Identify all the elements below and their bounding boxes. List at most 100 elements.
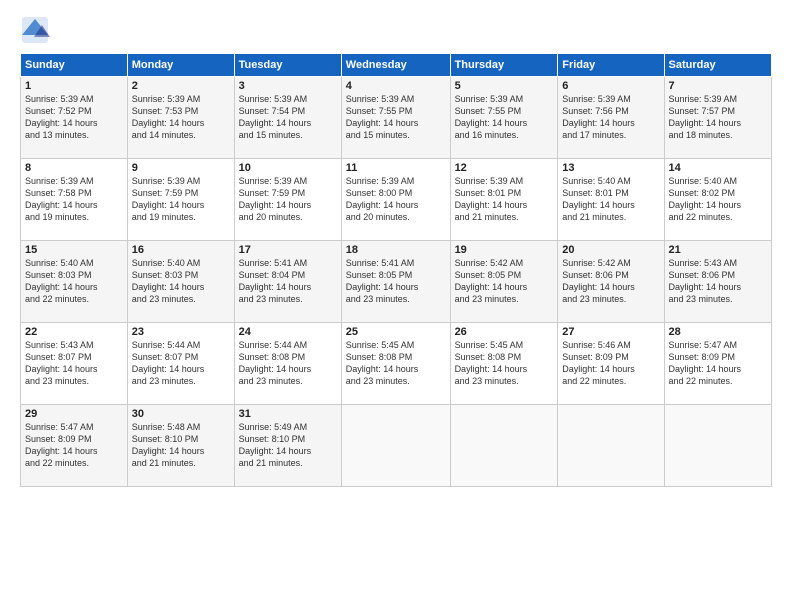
day-cell bbox=[450, 405, 558, 487]
day-cell: 8Sunrise: 5:39 AM Sunset: 7:58 PM Daylig… bbox=[21, 159, 128, 241]
day-info: Sunrise: 5:39 AM Sunset: 7:56 PM Dayligh… bbox=[562, 93, 659, 142]
day-info: Sunrise: 5:43 AM Sunset: 8:07 PM Dayligh… bbox=[25, 339, 123, 388]
day-cell: 5Sunrise: 5:39 AM Sunset: 7:55 PM Daylig… bbox=[450, 77, 558, 159]
day-cell bbox=[664, 405, 771, 487]
day-number: 10 bbox=[239, 162, 337, 174]
day-number: 28 bbox=[669, 326, 767, 338]
calendar-page: SundayMondayTuesdayWednesdayThursdayFrid… bbox=[0, 0, 792, 612]
day-info: Sunrise: 5:39 AM Sunset: 7:55 PM Dayligh… bbox=[346, 93, 446, 142]
day-info: Sunrise: 5:40 AM Sunset: 8:03 PM Dayligh… bbox=[25, 257, 123, 306]
day-info: Sunrise: 5:47 AM Sunset: 8:09 PM Dayligh… bbox=[669, 339, 767, 388]
day-cell: 2Sunrise: 5:39 AM Sunset: 7:53 PM Daylig… bbox=[127, 77, 234, 159]
day-number: 1 bbox=[25, 80, 123, 92]
day-cell: 9Sunrise: 5:39 AM Sunset: 7:59 PM Daylig… bbox=[127, 159, 234, 241]
day-number: 11 bbox=[346, 162, 446, 174]
day-number: 29 bbox=[25, 408, 123, 420]
header-day-thursday: Thursday bbox=[450, 54, 558, 77]
day-info: Sunrise: 5:39 AM Sunset: 7:57 PM Dayligh… bbox=[669, 93, 767, 142]
day-cell: 30Sunrise: 5:48 AM Sunset: 8:10 PM Dayli… bbox=[127, 405, 234, 487]
day-info: Sunrise: 5:39 AM Sunset: 7:58 PM Dayligh… bbox=[25, 175, 123, 224]
day-number: 31 bbox=[239, 408, 337, 420]
day-number: 23 bbox=[132, 326, 230, 338]
header-day-monday: Monday bbox=[127, 54, 234, 77]
day-number: 19 bbox=[455, 244, 554, 256]
day-info: Sunrise: 5:40 AM Sunset: 8:01 PM Dayligh… bbox=[562, 175, 659, 224]
day-number: 17 bbox=[239, 244, 337, 256]
day-cell: 4Sunrise: 5:39 AM Sunset: 7:55 PM Daylig… bbox=[341, 77, 450, 159]
day-cell: 21Sunrise: 5:43 AM Sunset: 8:06 PM Dayli… bbox=[664, 241, 771, 323]
day-info: Sunrise: 5:39 AM Sunset: 7:55 PM Dayligh… bbox=[455, 93, 554, 142]
day-info: Sunrise: 5:39 AM Sunset: 7:52 PM Dayligh… bbox=[25, 93, 123, 142]
day-number: 21 bbox=[669, 244, 767, 256]
day-info: Sunrise: 5:39 AM Sunset: 7:59 PM Dayligh… bbox=[132, 175, 230, 224]
day-number: 14 bbox=[669, 162, 767, 174]
day-number: 4 bbox=[346, 80, 446, 92]
day-info: Sunrise: 5:42 AM Sunset: 8:06 PM Dayligh… bbox=[562, 257, 659, 306]
day-cell: 24Sunrise: 5:44 AM Sunset: 8:08 PM Dayli… bbox=[234, 323, 341, 405]
week-row-2: 8Sunrise: 5:39 AM Sunset: 7:58 PM Daylig… bbox=[21, 159, 772, 241]
day-info: Sunrise: 5:45 AM Sunset: 8:08 PM Dayligh… bbox=[455, 339, 554, 388]
header-row: SundayMondayTuesdayWednesdayThursdayFrid… bbox=[21, 54, 772, 77]
day-number: 26 bbox=[455, 326, 554, 338]
day-info: Sunrise: 5:39 AM Sunset: 7:54 PM Dayligh… bbox=[239, 93, 337, 142]
day-cell: 1Sunrise: 5:39 AM Sunset: 7:52 PM Daylig… bbox=[21, 77, 128, 159]
day-info: Sunrise: 5:48 AM Sunset: 8:10 PM Dayligh… bbox=[132, 421, 230, 470]
calendar-table: SundayMondayTuesdayWednesdayThursdayFrid… bbox=[20, 53, 772, 487]
day-cell: 12Sunrise: 5:39 AM Sunset: 8:01 PM Dayli… bbox=[450, 159, 558, 241]
header-day-sunday: Sunday bbox=[21, 54, 128, 77]
day-number: 13 bbox=[562, 162, 659, 174]
header-day-wednesday: Wednesday bbox=[341, 54, 450, 77]
day-cell: 28Sunrise: 5:47 AM Sunset: 8:09 PM Dayli… bbox=[664, 323, 771, 405]
day-cell: 15Sunrise: 5:40 AM Sunset: 8:03 PM Dayli… bbox=[21, 241, 128, 323]
header-day-tuesday: Tuesday bbox=[234, 54, 341, 77]
calendar-body: 1Sunrise: 5:39 AM Sunset: 7:52 PM Daylig… bbox=[21, 77, 772, 487]
day-info: Sunrise: 5:43 AM Sunset: 8:06 PM Dayligh… bbox=[669, 257, 767, 306]
day-cell: 6Sunrise: 5:39 AM Sunset: 7:56 PM Daylig… bbox=[558, 77, 664, 159]
day-cell: 11Sunrise: 5:39 AM Sunset: 8:00 PM Dayli… bbox=[341, 159, 450, 241]
day-cell: 13Sunrise: 5:40 AM Sunset: 8:01 PM Dayli… bbox=[558, 159, 664, 241]
day-info: Sunrise: 5:44 AM Sunset: 8:08 PM Dayligh… bbox=[239, 339, 337, 388]
day-cell: 3Sunrise: 5:39 AM Sunset: 7:54 PM Daylig… bbox=[234, 77, 341, 159]
day-number: 15 bbox=[25, 244, 123, 256]
header-day-friday: Friday bbox=[558, 54, 664, 77]
day-cell: 16Sunrise: 5:40 AM Sunset: 8:03 PM Dayli… bbox=[127, 241, 234, 323]
week-row-4: 22Sunrise: 5:43 AM Sunset: 8:07 PM Dayli… bbox=[21, 323, 772, 405]
day-number: 25 bbox=[346, 326, 446, 338]
day-info: Sunrise: 5:41 AM Sunset: 8:05 PM Dayligh… bbox=[346, 257, 446, 306]
logo-icon bbox=[20, 15, 50, 45]
day-number: 20 bbox=[562, 244, 659, 256]
day-cell bbox=[341, 405, 450, 487]
header-day-saturday: Saturday bbox=[664, 54, 771, 77]
day-cell: 25Sunrise: 5:45 AM Sunset: 8:08 PM Dayli… bbox=[341, 323, 450, 405]
week-row-1: 1Sunrise: 5:39 AM Sunset: 7:52 PM Daylig… bbox=[21, 77, 772, 159]
week-row-3: 15Sunrise: 5:40 AM Sunset: 8:03 PM Dayli… bbox=[21, 241, 772, 323]
day-number: 22 bbox=[25, 326, 123, 338]
day-cell: 17Sunrise: 5:41 AM Sunset: 8:04 PM Dayli… bbox=[234, 241, 341, 323]
day-number: 24 bbox=[239, 326, 337, 338]
day-number: 8 bbox=[25, 162, 123, 174]
day-cell: 19Sunrise: 5:42 AM Sunset: 8:05 PM Dayli… bbox=[450, 241, 558, 323]
day-info: Sunrise: 5:39 AM Sunset: 7:53 PM Dayligh… bbox=[132, 93, 230, 142]
day-info: Sunrise: 5:40 AM Sunset: 8:03 PM Dayligh… bbox=[132, 257, 230, 306]
day-info: Sunrise: 5:47 AM Sunset: 8:09 PM Dayligh… bbox=[25, 421, 123, 470]
day-cell: 23Sunrise: 5:44 AM Sunset: 8:07 PM Dayli… bbox=[127, 323, 234, 405]
day-info: Sunrise: 5:46 AM Sunset: 8:09 PM Dayligh… bbox=[562, 339, 659, 388]
day-number: 16 bbox=[132, 244, 230, 256]
day-info: Sunrise: 5:49 AM Sunset: 8:10 PM Dayligh… bbox=[239, 421, 337, 470]
day-cell: 26Sunrise: 5:45 AM Sunset: 8:08 PM Dayli… bbox=[450, 323, 558, 405]
logo bbox=[20, 15, 54, 45]
day-info: Sunrise: 5:42 AM Sunset: 8:05 PM Dayligh… bbox=[455, 257, 554, 306]
header bbox=[20, 15, 772, 45]
day-cell: 22Sunrise: 5:43 AM Sunset: 8:07 PM Dayli… bbox=[21, 323, 128, 405]
day-info: Sunrise: 5:39 AM Sunset: 7:59 PM Dayligh… bbox=[239, 175, 337, 224]
day-cell: 27Sunrise: 5:46 AM Sunset: 8:09 PM Dayli… bbox=[558, 323, 664, 405]
day-number: 12 bbox=[455, 162, 554, 174]
day-info: Sunrise: 5:39 AM Sunset: 8:01 PM Dayligh… bbox=[455, 175, 554, 224]
calendar-header: SundayMondayTuesdayWednesdayThursdayFrid… bbox=[21, 54, 772, 77]
day-number: 5 bbox=[455, 80, 554, 92]
day-number: 7 bbox=[669, 80, 767, 92]
day-cell: 10Sunrise: 5:39 AM Sunset: 7:59 PM Dayli… bbox=[234, 159, 341, 241]
week-row-5: 29Sunrise: 5:47 AM Sunset: 8:09 PM Dayli… bbox=[21, 405, 772, 487]
day-info: Sunrise: 5:41 AM Sunset: 8:04 PM Dayligh… bbox=[239, 257, 337, 306]
day-number: 6 bbox=[562, 80, 659, 92]
